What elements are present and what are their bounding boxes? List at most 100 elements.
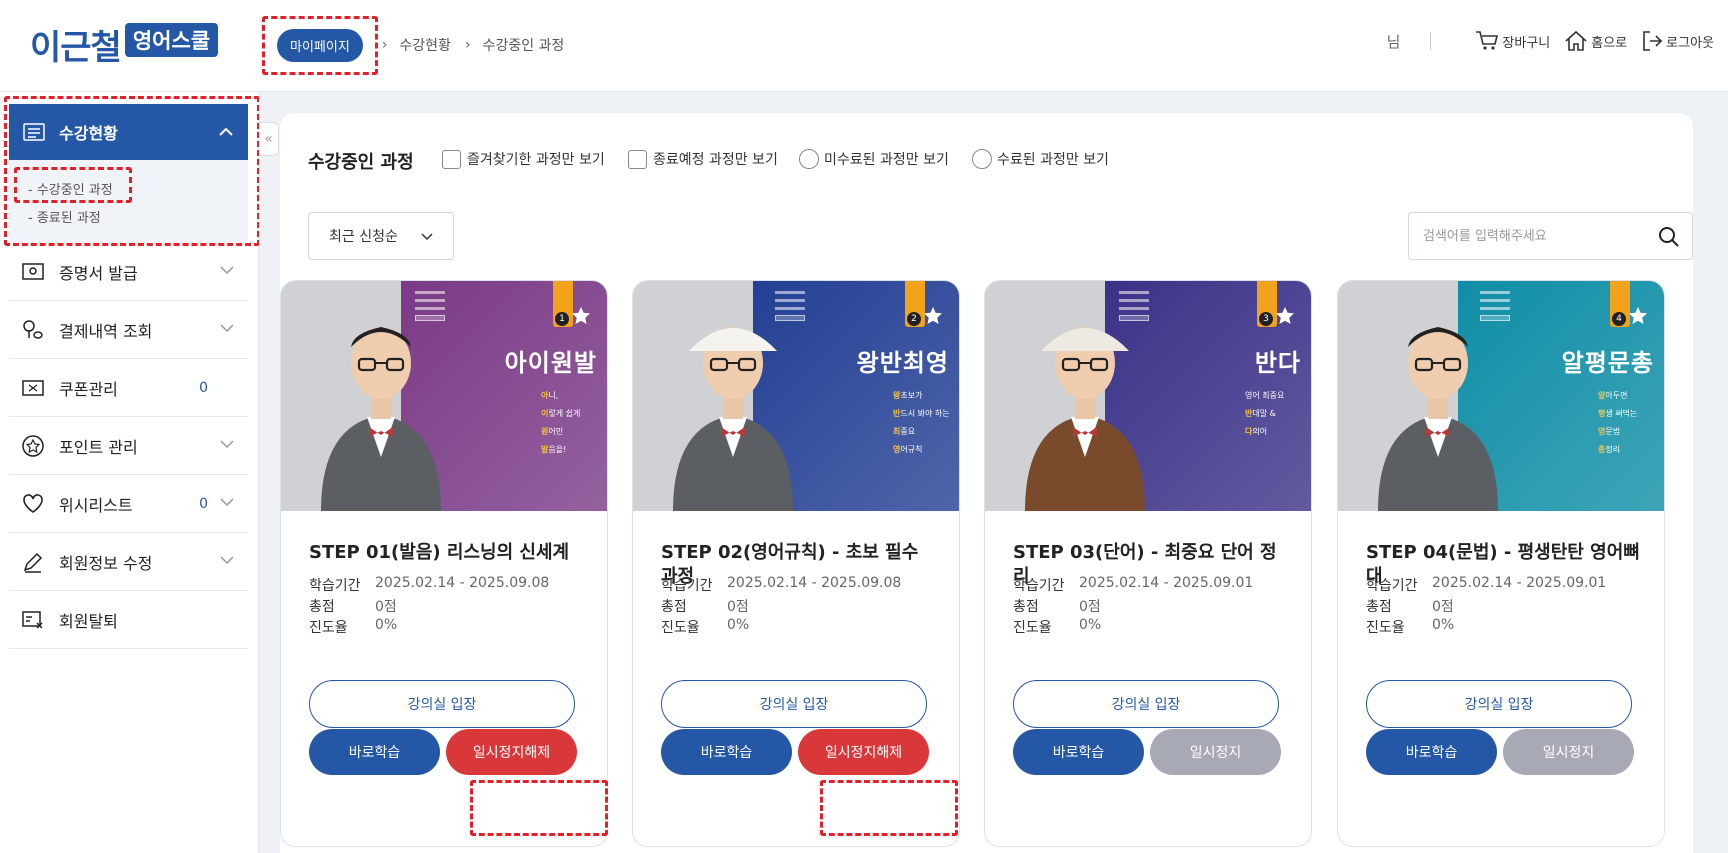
chevron-down-icon[interactable]: [220, 497, 234, 507]
book-tagline: 알아두면 평생 써먹는 영문법 총정리: [1598, 391, 1638, 454]
favorite-star-icon[interactable]: [923, 306, 943, 326]
search-icon[interactable]: [1658, 226, 1680, 248]
logout-label: 로그아웃: [1666, 35, 1714, 51]
site-logo[interactable]: 이근철 영어스쿨: [30, 22, 219, 68]
sidebar-item-label: 포인트 관리: [59, 437, 138, 457]
sidebar-active-label: 수강현황: [59, 124, 118, 143]
sort-value: 최근 신청순: [329, 229, 398, 245]
top-header: 이근철 영어스쿨 마이페이지 › 수강현황 › 수강중인 과정 님 장바구니 홈…: [0, 0, 1728, 92]
collapse-sidebar-button[interactable]: «: [259, 122, 279, 156]
course-thumbnail[interactable]: 2 왕반최영 왕초보가 반드시 봐야 하는 최중요 영어규칙: [633, 281, 959, 511]
submenu-highlight: [14, 167, 132, 203]
chevron-down-icon[interactable]: [220, 323, 234, 333]
utility-menu: 님 장바구니 홈으로 로그아웃: [1387, 30, 1714, 52]
logout-link[interactable]: 로그아웃: [1641, 30, 1714, 52]
payment-icon: [23, 319, 43, 339]
radio-button[interactable]: [972, 149, 992, 169]
breadcrumb: 마이페이지 › 수강현황 › 수강중인 과정: [262, 15, 565, 75]
sidebar-item-3[interactable]: 쿠폰관리 0: [9, 359, 248, 417]
filter-ending[interactable]: 종료예정 과정만 보기: [628, 149, 778, 169]
total-score: 총점 0점: [1366, 599, 1454, 615]
study-now-button[interactable]: 바로학습: [661, 729, 792, 775]
breadcrumb-enrollment[interactable]: 수강현황: [399, 35, 451, 55]
sidebar-item-enrollment[interactable]: 수강현황: [9, 104, 248, 160]
sidebar-item-label: 증명서 발급: [59, 263, 138, 283]
sidebar-item-7[interactable]: 회원탈퇴: [9, 591, 248, 649]
sidebar-item-label: 쿠폰관리: [59, 379, 118, 399]
breadcrumb-mypage[interactable]: 마이페이지: [277, 28, 363, 62]
book-tagline: 아니, 이렇게 쉽게 원어민 발음을!: [541, 391, 581, 454]
filter-incomplete[interactable]: 미수료된 과정만 보기: [799, 149, 949, 169]
favorite-star-icon[interactable]: [1275, 306, 1295, 326]
favorite-star-icon[interactable]: [571, 306, 591, 326]
book-title: 반다: [1254, 349, 1301, 377]
page-title: 수강중인 과정: [308, 152, 414, 173]
cart-link[interactable]: 장바구니: [1475, 30, 1550, 52]
course-card: 1 아이원발 아니, 이렇게 쉽게 원어민 발음을! STEP 01(발음) 리스닝의 신세…: [280, 280, 608, 847]
total-score: 총점 0점: [1013, 599, 1101, 615]
count-badge: 0: [199, 495, 208, 512]
course-thumbnail[interactable]: 4 알평문총 알아두면 평생 써먹는 영문법 총정리: [1338, 281, 1664, 511]
home-link[interactable]: 홈으로: [1564, 30, 1627, 52]
study-now-button[interactable]: 바로학습: [1013, 729, 1144, 775]
enter-classroom-button[interactable]: 강의실 입장: [661, 680, 927, 728]
sidebar-item-6[interactable]: 회원정보 수정: [9, 533, 248, 591]
pause-toggle-button[interactable]: 일시정지해제: [798, 729, 929, 775]
progress-rate: 진도율 0%: [309, 617, 398, 636]
sidebar-item-2[interactable]: 결제내역 조회: [9, 301, 248, 359]
chevron-down-icon[interactable]: [220, 439, 234, 449]
radio-button[interactable]: [799, 149, 819, 169]
instructor-photo: [1378, 327, 1498, 511]
search-box: [1408, 212, 1693, 260]
course-card: 3 반다 영어 최중요 반대말 & 다의어 STEP 03(단어) - 최중요 단어 정리…: [984, 280, 1312, 847]
filter-label: 즐겨찾기한 과정만 보기: [467, 152, 605, 168]
withdraw-icon: [22, 610, 43, 629]
course-thumbnail[interactable]: 3 반다 영어 최중요 반대말 & 다의어: [985, 281, 1311, 511]
total-score: 총점 0점: [309, 599, 397, 615]
progress-rate: 진도율 0%: [1013, 617, 1102, 636]
chevron-up-icon[interactable]: [218, 124, 234, 140]
chevron-right-icon: ›: [464, 37, 471, 53]
course-card: 2 왕반최영 왕초보가 반드시 봐야 하는 최중요 영어규칙 STEP 02(영어규칙) -…: [632, 280, 960, 847]
chevron-down-icon: [421, 233, 433, 241]
point-icon: [22, 434, 44, 457]
sort-select[interactable]: 최근 신청순: [308, 212, 454, 260]
book-title: 아이원발: [504, 349, 597, 377]
course-title[interactable]: STEP 01(발음) 리스닝의 신세계: [309, 541, 589, 565]
enter-classroom-button[interactable]: 강의실 입장: [309, 680, 575, 728]
chevron-down-icon[interactable]: [220, 555, 234, 565]
sidebar-item-1[interactable]: 증명서 발급: [9, 243, 248, 301]
study-now-button[interactable]: 바로학습: [1366, 729, 1497, 775]
filter-completed[interactable]: 수료된 과정만 보기: [972, 149, 1109, 169]
pause-toggle-button[interactable]: 일시정지: [1150, 729, 1281, 775]
course-thumbnail[interactable]: 1 아이원발 아니, 이렇게 쉽게 원어민 발음을!: [281, 281, 607, 511]
coupon-icon: [22, 379, 44, 396]
checkbox[interactable]: [442, 149, 461, 169]
favorite-star-icon[interactable]: [1628, 306, 1648, 326]
enter-classroom-button[interactable]: 강의실 입장: [1366, 680, 1632, 728]
pause-toggle-button[interactable]: 일시정지해제: [446, 729, 577, 775]
submenu-ended[interactable]: - 종료된 과정: [28, 207, 101, 226]
enter-classroom-button[interactable]: 강의실 입장: [1013, 680, 1279, 728]
count-badge: 0: [199, 379, 208, 396]
search-input[interactable]: [1423, 225, 1643, 247]
filter-label: 수료된 과정만 보기: [997, 152, 1109, 168]
list-icon: [23, 123, 45, 141]
study-now-button[interactable]: 바로학습: [309, 729, 440, 775]
pause-button-highlight: [470, 780, 608, 836]
progress-rate: 진도율 0%: [661, 617, 750, 636]
checkbox[interactable]: [628, 149, 647, 169]
divider: [1430, 32, 1432, 50]
course-card: 4 알평문총 알아두면 평생 써먹는 영문법 총정리 STEP 04(문법) - 평생탄탄 …: [1337, 280, 1665, 847]
sidebar-item-label: 회원정보 수정: [59, 553, 153, 573]
breadcrumb-current[interactable]: 수강중인 과정: [483, 35, 565, 55]
pause-toggle-button[interactable]: 일시정지: [1503, 729, 1634, 775]
filter-favorites[interactable]: 즐겨찾기한 과정만 보기: [442, 149, 605, 169]
chevron-right-icon: ›: [381, 37, 388, 53]
chevron-down-icon[interactable]: [220, 265, 234, 275]
sidebar-item-4[interactable]: 포인트 관리: [9, 417, 248, 475]
sidebar-item-5[interactable]: 위시리스트 0: [9, 475, 248, 533]
logout-icon: [1643, 31, 1663, 51]
certificate-icon: [22, 262, 44, 280]
series-number: 2: [907, 312, 921, 326]
